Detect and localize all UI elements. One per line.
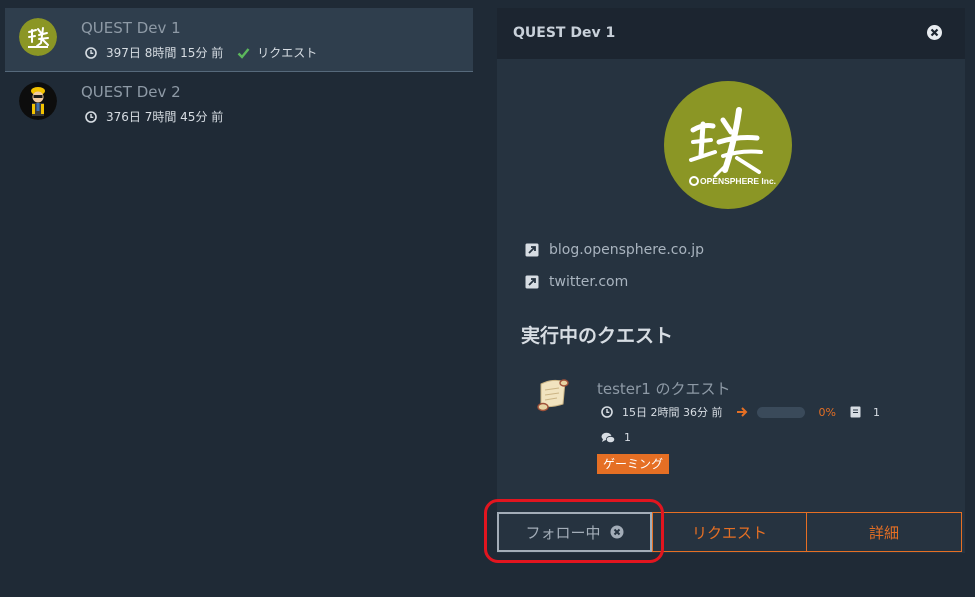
arrow-right-icon — [737, 407, 748, 417]
team-meta: 397日 8時間 15分 前 リクエスト — [85, 44, 317, 61]
logo-wordmark: OPENSPHERE Inc. — [700, 176, 776, 186]
list-item-quest-dev-2[interactable]: QUEST Dev 2 376日 7時間 45分 前 — [5, 72, 473, 136]
link-twitter[interactable]: twitter.com — [525, 274, 628, 290]
link-blog[interactable]: blog.opensphere.co.jp — [525, 242, 704, 258]
link-label: twitter.com — [549, 274, 629, 290]
team-name: QUEST Dev 1 — [81, 19, 181, 37]
document-icon — [850, 406, 861, 418]
panel-actions: フォロー中 リクエスト 詳細 — [497, 512, 965, 553]
last-active-time: 376日 7時間 45分 前 — [106, 110, 224, 124]
link-label: blog.opensphere.co.jp — [549, 242, 705, 258]
quest-document-count: 1 — [872, 405, 880, 419]
team-detail-panel: QUEST Dev 1 OPENSPHERE Inc. blog.opensph — [497, 8, 965, 553]
close-icon[interactable] — [926, 24, 943, 41]
clock-icon — [601, 406, 613, 418]
external-link-icon — [525, 275, 539, 289]
quest-title-link[interactable]: tester1 のクエスト — [597, 378, 731, 399]
quest-meta: 15日 2時間 36分 前 0% 1 — [601, 404, 880, 420]
team-name: QUEST Dev 2 — [81, 83, 181, 101]
request-status: リクエスト — [257, 46, 318, 60]
request-button[interactable]: リクエスト — [652, 512, 807, 552]
details-button[interactable]: 詳細 — [806, 512, 962, 552]
opensphere-logo: OPENSPHERE Inc. — [664, 81, 792, 209]
comments-icon — [601, 432, 615, 443]
panel-title: QUEST Dev 1 — [513, 25, 616, 41]
check-icon — [237, 47, 250, 59]
scroll-icon — [537, 379, 569, 412]
category-tag[interactable]: ゲーミング — [597, 454, 670, 474]
list-item-quest-dev-1[interactable]: QUEST Dev 1 397日 8時間 15分 前 リクエスト — [5, 8, 473, 72]
avatar — [19, 18, 57, 56]
following-label: フォロー中 — [525, 523, 601, 542]
clock-icon — [85, 110, 97, 123]
panel-header: QUEST Dev 1 — [497, 8, 965, 59]
quest-comment-count: 1 — [624, 431, 631, 444]
quest-comments: 1 — [601, 431, 631, 444]
quest-progress-label: 0% — [818, 405, 836, 419]
close-icon — [610, 525, 623, 539]
following-button[interactable]: フォロー中 — [497, 512, 652, 552]
avatar — [19, 82, 57, 120]
team-meta: 376日 7時間 45分 前 — [85, 108, 223, 125]
last-active-time: 397日 8時間 15分 前 — [106, 46, 224, 60]
running-quests-heading: 実行中のクエスト — [521, 325, 674, 347]
quest-time: 15日 2時間 36分 前 — [622, 406, 723, 419]
quest-progress-bar — [757, 406, 806, 418]
team-list: QUEST Dev 1 397日 8時間 15分 前 リクエスト QUEST D… — [5, 8, 473, 136]
clock-icon — [85, 46, 97, 59]
external-link-icon — [525, 243, 539, 257]
